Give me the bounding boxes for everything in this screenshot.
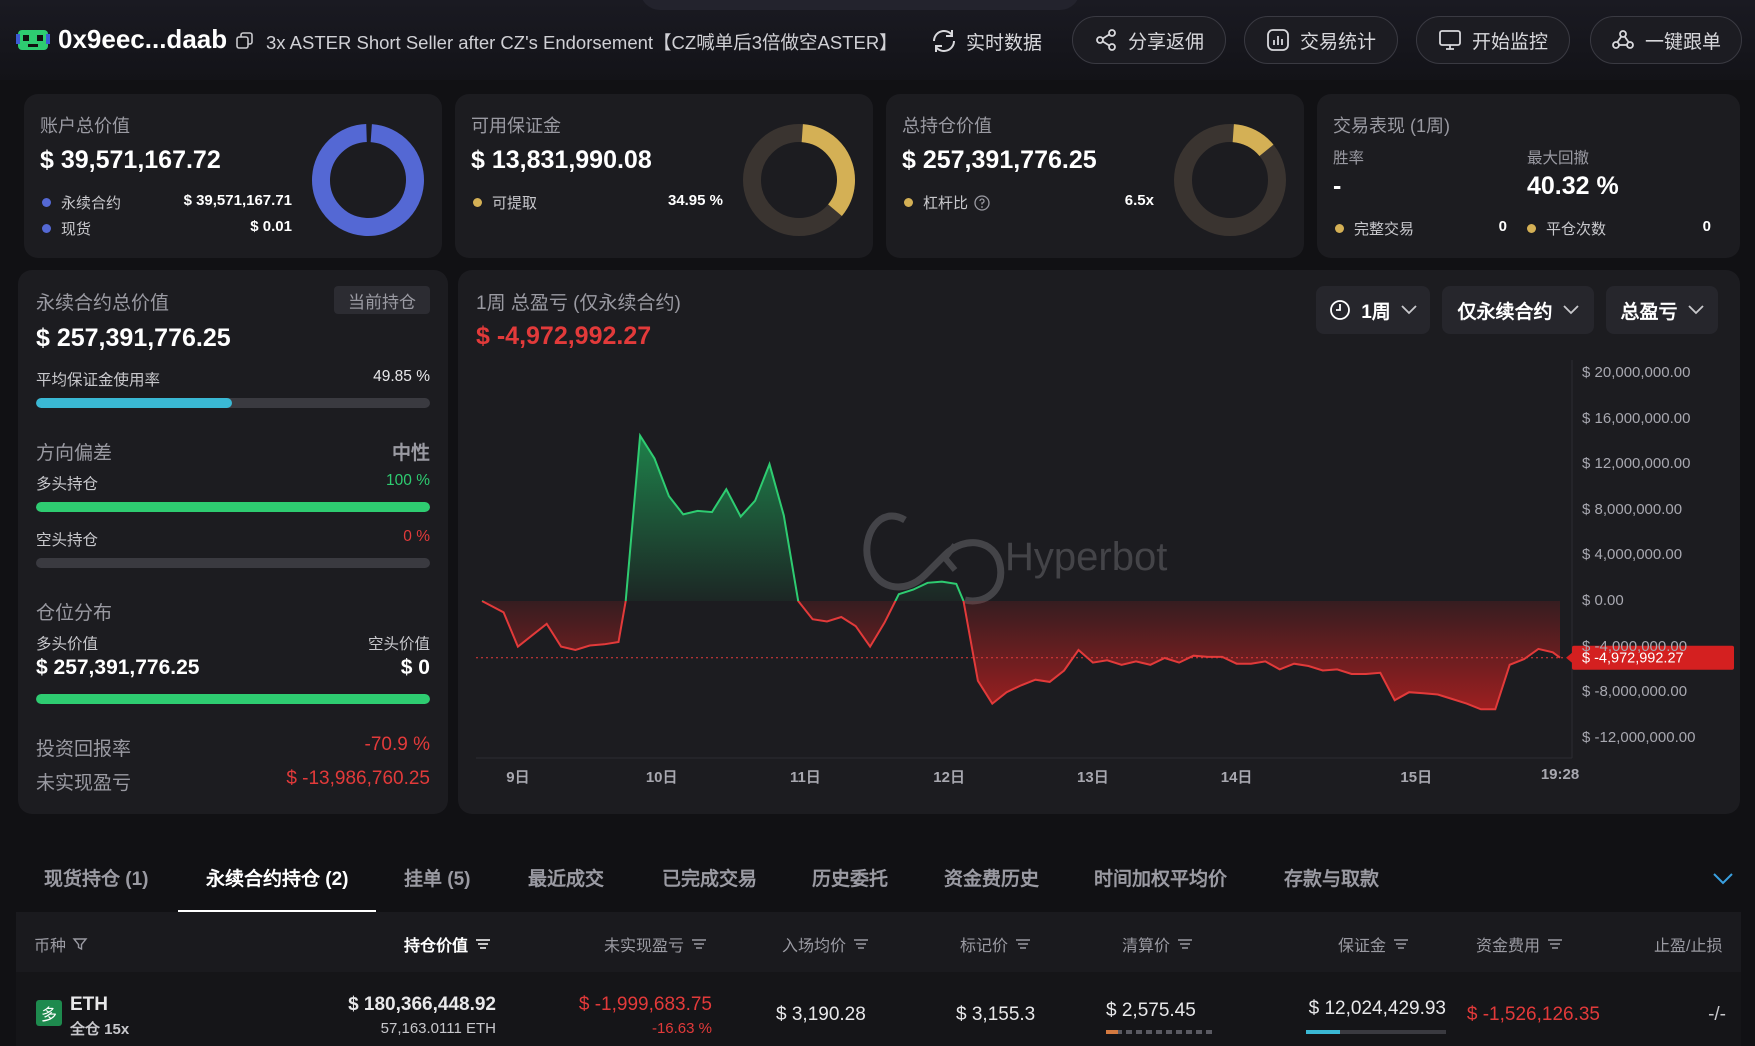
tab-deposits-withdrawals[interactable]: 存款与取款 (1284, 864, 1379, 891)
sort-icon[interactable] (1392, 937, 1410, 951)
col-margin-label: 保证金 (1338, 938, 1387, 955)
sort-icon[interactable] (1014, 937, 1032, 951)
sort-icon[interactable] (1546, 937, 1564, 951)
filter-icon[interactable] (72, 936, 88, 952)
row-upnl-percent: -16.63 % (651, 1020, 712, 1037)
tab-recent-fills[interactable]: 最近成交 (528, 864, 604, 891)
expand-chevron-icon[interactable] (1712, 872, 1734, 886)
liquidation-distance-fill (1106, 1030, 1118, 1034)
margin-mode: 全仓 15x (70, 1021, 130, 1038)
tpsl-value[interactable]: -/- (1696, 1004, 1726, 1026)
liquidation-price: $ 2,575.45 (1106, 1000, 1196, 1021)
tab-completed-trades[interactable]: 已完成交易 (662, 864, 757, 891)
col-mark-price[interactable]: 标记价 (960, 932, 1032, 956)
col-position-value-label: 持仓价值 (404, 938, 469, 955)
col-margin[interactable]: 保证金 (1338, 932, 1410, 956)
y-tick-label: $ 4,000,000.00 (1582, 546, 1683, 564)
entry-price: $ 3,190.28 (776, 1004, 866, 1025)
col-coin[interactable]: 币种 (34, 932, 88, 956)
position-value: $ 180,366,448.92 (348, 994, 496, 1015)
liquidation-distance-bar (1106, 1030, 1214, 1034)
row-upnl: $ -1,999,683.75 (578, 994, 712, 1015)
tab-open-orders[interactable]: 挂单 (5) (404, 864, 471, 891)
margin-amount: $ 12,024,429.93 (1308, 998, 1446, 1019)
col-mark-price-label: 标记价 (960, 938, 1009, 955)
col-entry-price[interactable]: 入场均价 (782, 932, 870, 956)
tab-perp-positions[interactable]: 永续合约持仓 (2) (206, 864, 349, 891)
y-tick-label: $ 20,000,000.00 (1582, 364, 1691, 381)
y-tick-label: $ -8,000,000.00 (1582, 683, 1688, 701)
col-upnl[interactable]: 未实现盈亏 (604, 932, 708, 956)
tab-funding-history[interactable]: 资金费历史 (944, 864, 1039, 891)
positions-table-header: 币种 持仓价值 未实现盈亏 入场均价 标记价 清算价 保证金 资金费用 止盈/止… (16, 912, 1741, 972)
x-tick-label: 12日 (933, 769, 965, 786)
coin-name[interactable]: ETH (70, 994, 108, 1016)
col-tpsl: 止盈/止损 (1654, 932, 1722, 956)
position-tabs: 现货持仓 (1) 永续合约持仓 (2) 挂单 (5) 最近成交 已完成交易 历史… (16, 848, 1741, 913)
x-tick-label: 9日 (506, 769, 530, 786)
watermark-text: Hyperbot (1005, 535, 1167, 579)
x-tick-label: 11日 (789, 769, 821, 786)
sort-icon[interactable] (474, 937, 492, 951)
hyperbot-watermark: Hyperbot (863, 512, 1167, 605)
y-tick-label: $ -4,000,000.00 (1582, 637, 1688, 655)
position-size: 57,163.0111 ETH (380, 1020, 496, 1037)
y-tick-label: $ 12,000,000.00 (1582, 455, 1691, 473)
funding-fee: $ -1,526,126.35 (1466, 1004, 1600, 1025)
x-tick-label: 15日 (1400, 769, 1433, 786)
col-upnl-label: 未实现盈亏 (604, 938, 685, 955)
x-tick-label: 13日 (1077, 769, 1109, 786)
col-tpsl-label: 止盈/止损 (1654, 938, 1723, 955)
table-row[interactable]: 多 ETH 全仓 15x $ 180,366,448.92 57,163.011… (16, 972, 1741, 1046)
tab-twap[interactable]: 时间加权平均价 (1094, 864, 1227, 891)
y-tick-label: $ 0.00 (1582, 592, 1624, 609)
mark-price: $ 3,155.3 (956, 1004, 1036, 1025)
margin-bar (1306, 1030, 1446, 1034)
y-tick-label: $ 8,000,000.00 (1582, 500, 1683, 518)
col-funding-label: 资金费用 (1476, 938, 1541, 955)
margin-bar-fill (1306, 1030, 1340, 1034)
col-entry-price-label: 入场均价 (782, 938, 847, 955)
col-position-value[interactable]: 持仓价值 (404, 932, 492, 956)
col-funding[interactable]: 资金费用 (1476, 932, 1564, 956)
col-coin-label: 币种 (34, 938, 67, 955)
y-tick-label: $ 16,000,000.00 (1582, 409, 1691, 427)
sort-icon[interactable] (690, 937, 708, 951)
sort-icon[interactable] (852, 937, 870, 951)
sort-icon[interactable] (1176, 937, 1194, 951)
x-tick-label: 10日 (645, 769, 678, 786)
tab-order-history[interactable]: 历史委托 (812, 864, 888, 891)
col-liq-price-label: 清算价 (1122, 938, 1171, 955)
col-liq-price[interactable]: 清算价 (1122, 932, 1194, 956)
y-tick-label: $ -12,000,000.00 (1582, 728, 1696, 746)
tab-spot-holdings[interactable]: 现货持仓 (1) (44, 864, 149, 891)
x-tick-label: 14日 (1220, 769, 1253, 786)
x-tick-label: 19:28 (1540, 766, 1580, 783)
long-badge: 多 (36, 1000, 62, 1026)
